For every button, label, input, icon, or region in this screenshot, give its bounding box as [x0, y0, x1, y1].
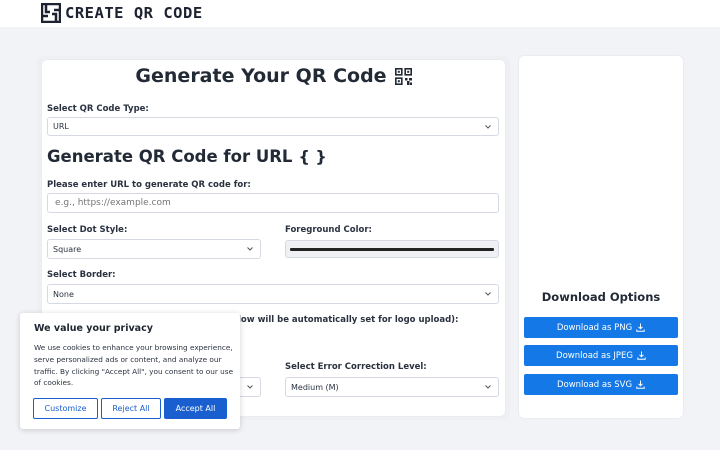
dot-style-value: Square [53, 244, 82, 254]
error-correction-select[interactable]: Medium (M) [285, 377, 499, 397]
border-select[interactable]: None [47, 284, 499, 304]
error-correction-value: Medium (M) [291, 382, 339, 392]
accept-all-button[interactable]: Accept All [164, 398, 227, 419]
page-title: Generate Your QR Code [42, 65, 505, 87]
download-svg-button[interactable]: Download as SVG [524, 374, 678, 395]
section-title: Generate QR Code for URL { } [47, 147, 327, 166]
download-png-label: Download as PNG [556, 322, 633, 333]
section-title-text: Generate QR Code for URL [47, 147, 293, 166]
foreground-color-swatch [290, 248, 494, 251]
chevron-down-icon [247, 247, 253, 251]
qr-code-icon [394, 67, 412, 85]
cookie-title: We value your privacy [34, 323, 153, 334]
reject-all-button[interactable]: Reject All [101, 398, 161, 419]
download-png-button[interactable]: Download as PNG [524, 317, 678, 338]
download-svg-label: Download as SVG [556, 379, 633, 390]
dot-style-label: Select Dot Style: [47, 225, 128, 235]
qr-type-select[interactable]: URL [47, 117, 499, 136]
foreground-color-picker[interactable] [285, 240, 499, 258]
dot-style-select[interactable]: Square [47, 239, 261, 259]
border-value: None [53, 289, 74, 299]
download-jpeg-button[interactable]: Download as JPEG [524, 345, 678, 366]
cookie-message: We use cookies to enhance your browsing … [34, 343, 234, 388]
download-icon [637, 351, 646, 360]
download-jpeg-label: Download as JPEG [556, 350, 633, 361]
border-label: Select Border: [47, 270, 116, 280]
logo-text: CREATE QR CODE [65, 4, 203, 22]
download-icon [636, 380, 645, 389]
chevron-down-icon [485, 292, 491, 296]
chevron-down-icon [485, 385, 491, 389]
chevron-down-icon [485, 124, 491, 129]
download-icon [636, 323, 645, 332]
foreground-color-label: Foreground Color: [285, 225, 372, 235]
customize-button[interactable]: Customize [33, 398, 98, 419]
qr-type-label: Select QR Code Type: [47, 104, 149, 114]
page-title-text: Generate Your QR Code [135, 65, 387, 87]
download-options-title: Download Options [541, 290, 661, 304]
code-braces-icon: { } [298, 147, 327, 166]
error-correction-label: Select Error Correction Level: [285, 362, 427, 372]
logo-upload-note: low will be automatically set for logo u… [238, 315, 459, 325]
site-logo[interactable]: CREATE QR CODE [41, 3, 203, 23]
url-input[interactable] [47, 193, 499, 213]
logo-icon [41, 3, 61, 23]
chevron-down-icon [247, 385, 253, 389]
qr-type-value: URL [53, 122, 69, 131]
url-label: Please enter URL to generate QR code for… [47, 180, 251, 190]
